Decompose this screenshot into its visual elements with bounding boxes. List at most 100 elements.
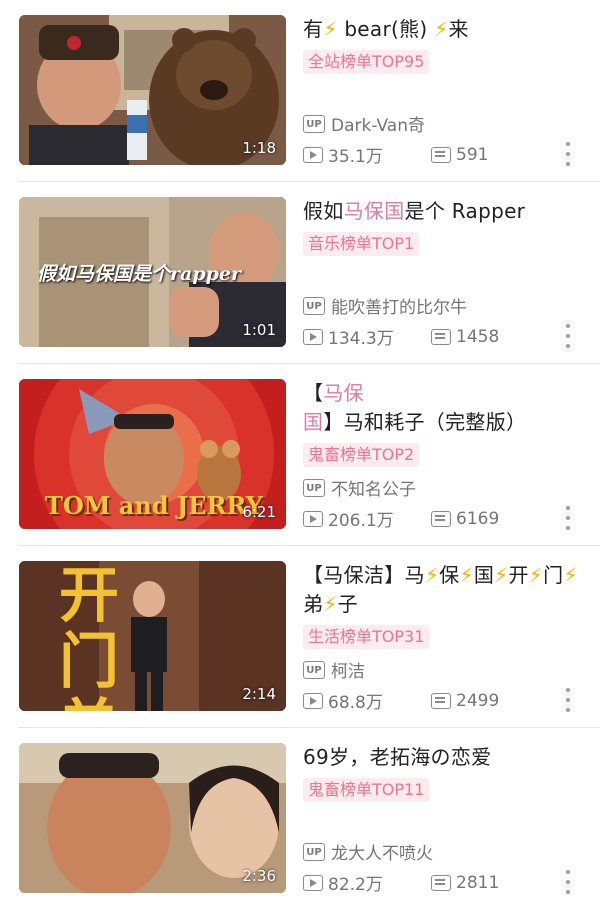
- lightning-icon: ⚡: [434, 17, 449, 41]
- uploader-name: 龙大人不喷火: [331, 844, 433, 864]
- thumbnail-caption: 假如马保国是个rapper: [37, 263, 241, 285]
- more-vertical-icon[interactable]: [562, 142, 574, 166]
- title-segment: 假如: [303, 199, 344, 223]
- lightning-icon: ⚡: [563, 563, 578, 587]
- play-icon: [303, 874, 323, 891]
- video-info: 【马保洁】马⚡保⚡国⚡开⚡门⚡弟⚡子 生活榜单TOP31 UP 柯洁 68.8万…: [303, 561, 586, 713]
- title-segment: 马保国: [343, 199, 405, 223]
- stats-row: 68.8万 2499: [303, 688, 573, 713]
- view-count: 82.2万: [328, 875, 383, 895]
- title-segment: 【马保洁】马: [303, 563, 425, 587]
- lightning-icon: ⚡: [323, 592, 338, 616]
- more-vertical-icon[interactable]: [562, 870, 574, 894]
- uploader-name: 不知名公子: [331, 480, 416, 500]
- play-icon: [303, 510, 323, 527]
- video-duration: 6:21: [242, 503, 276, 521]
- up-icon: UP: [303, 478, 325, 497]
- video-duration: 2:36: [242, 867, 276, 885]
- lightning-icon: ⚡: [528, 563, 544, 587]
- up-icon: UP: [303, 114, 325, 133]
- danmaku-count: 2811: [456, 872, 500, 893]
- video-info: 【马保国】马和耗子（完整版） 鬼畜榜单TOP2 UP 不知名公子 206.1万 …: [303, 379, 586, 531]
- uploader-row[interactable]: UP 柯洁: [303, 657, 365, 682]
- title-segment: 有: [303, 17, 324, 41]
- title-segment: 】马和耗子（完整版）: [323, 410, 527, 434]
- video-duration: 1:01: [242, 321, 276, 339]
- danmaku-count: 591: [456, 144, 489, 165]
- uploader-row[interactable]: UP Dark-Van奇: [303, 111, 425, 136]
- video-item[interactable]: 2:36 69岁，老拓海の恋爱 鬼畜榜单TOP11 UP 龙大人不喷火 82.2…: [0, 728, 600, 910]
- title-segment: 来: [448, 17, 469, 41]
- video-thumbnail[interactable]: TOM and JERRY 6:21: [19, 379, 286, 529]
- title-segment: 门: [543, 563, 564, 587]
- danmaku-count: 1458: [456, 326, 500, 347]
- video-thumbnail[interactable]: 2:36: [19, 743, 286, 893]
- video-thumbnail[interactable]: 假如马保国是个rapper 1:01: [19, 197, 286, 347]
- danmaku-icon: [431, 874, 451, 891]
- more-vertical-icon[interactable]: [562, 688, 574, 712]
- ranking-badge[interactable]: 生活榜单TOP31: [303, 625, 430, 649]
- more-vertical-icon[interactable]: [562, 506, 574, 530]
- danmaku-icon: [431, 692, 451, 709]
- video-item[interactable]: 开门弟子 2:14 【马保洁】马⚡保⚡国⚡开⚡门⚡弟⚡子 生活榜单TOP31 U…: [0, 546, 600, 728]
- play-icon: [303, 328, 323, 345]
- more-vertical-icon[interactable]: [562, 324, 574, 348]
- video-thumbnail[interactable]: 1:18: [19, 15, 286, 165]
- title-segment: 弟: [303, 592, 324, 616]
- view-count: 68.8万: [328, 693, 383, 713]
- ranking-badge[interactable]: 鬼畜榜单TOP11: [303, 778, 430, 802]
- video-item[interactable]: 假如马保国是个rapper 1:01 假如马保国是个 Rapper 音乐榜单TO…: [0, 182, 600, 364]
- up-icon: UP: [303, 660, 325, 679]
- stats-row: 35.1万 591: [303, 142, 573, 167]
- view-count: 134.3万: [328, 329, 394, 349]
- video-duration: 2:14: [242, 685, 276, 703]
- title-segment: 69岁，老拓海の恋爱: [303, 745, 492, 769]
- video-item[interactable]: TOM and JERRY 6:21 【马保国】马和耗子（完整版） 鬼畜榜单TO…: [0, 364, 600, 546]
- uploader-name: Dark-Van奇: [331, 116, 425, 136]
- ranking-badge[interactable]: 全站榜单TOP95: [303, 50, 430, 74]
- danmaku-icon: [431, 328, 451, 345]
- stats-row: 206.1万 6169: [303, 506, 573, 531]
- video-title[interactable]: 假如马保国是个 Rapper: [303, 197, 586, 226]
- ranking-badge[interactable]: 音乐榜单TOP1: [303, 232, 420, 256]
- lightning-icon: ⚡: [323, 17, 338, 41]
- video-title[interactable]: 有⚡ bear(熊) ⚡来: [303, 15, 586, 44]
- video-duration: 1:18: [242, 139, 276, 157]
- video-info: 假如马保国是个 Rapper 音乐榜单TOP1 UP 能吹善打的比尔牛 134.…: [303, 197, 586, 349]
- uploader-name: 柯洁: [331, 662, 365, 682]
- play-icon: [303, 146, 323, 163]
- stats-row: 134.3万 1458: [303, 324, 573, 349]
- lightning-icon: ⚡: [459, 563, 474, 587]
- up-icon: UP: [303, 842, 325, 861]
- view-count: 206.1万: [328, 511, 394, 531]
- uploader-name: 能吹善打的比尔牛: [331, 298, 467, 318]
- play-icon: [303, 692, 323, 709]
- video-thumbnail[interactable]: 开门弟子 2:14: [19, 561, 286, 711]
- uploader-row[interactable]: UP 能吹善打的比尔牛: [303, 293, 467, 318]
- video-title[interactable]: 69岁，老拓海の恋爱: [303, 743, 586, 772]
- title-segment: 子: [337, 592, 358, 616]
- title-segment: 是个 Rapper: [404, 199, 526, 223]
- title-segment: 【: [303, 381, 324, 405]
- ranking-badge[interactable]: 鬼畜榜单TOP2: [303, 443, 420, 467]
- video-info: 有⚡ bear(熊) ⚡来 全站榜单TOP95 UP Dark-Van奇 35.…: [303, 15, 586, 167]
- stats-row: 82.2万 2811: [303, 870, 573, 895]
- title-segment: bear(熊): [337, 17, 435, 41]
- up-icon: UP: [303, 296, 325, 315]
- video-title[interactable]: 【马保洁】马⚡保⚡国⚡开⚡门⚡弟⚡子: [303, 561, 586, 619]
- lightning-icon: ⚡: [494, 563, 509, 587]
- danmaku-count: 6169: [456, 508, 500, 529]
- video-item[interactable]: 1:18 有⚡ bear(熊) ⚡来 全站榜单TOP95 UP Dark-Van…: [0, 0, 600, 182]
- title-segment: 保: [439, 563, 460, 587]
- video-list: 1:18 有⚡ bear(熊) ⚡来 全站榜单TOP95 UP Dark-Van…: [0, 0, 600, 914]
- title-segment: 开: [508, 563, 529, 587]
- video-info: 69岁，老拓海の恋爱 鬼畜榜单TOP11 UP 龙大人不喷火 82.2万 281…: [303, 743, 586, 895]
- video-title[interactable]: 【马保国】马和耗子（完整版）: [303, 379, 586, 437]
- danmaku-icon: [431, 146, 451, 163]
- lightning-icon: ⚡: [424, 563, 440, 587]
- title-segment: 国: [473, 563, 495, 587]
- danmaku-icon: [431, 510, 451, 527]
- uploader-row[interactable]: UP 龙大人不喷火: [303, 839, 433, 864]
- danmaku-count: 2499: [456, 690, 500, 711]
- uploader-row[interactable]: UP 不知名公子: [303, 475, 416, 500]
